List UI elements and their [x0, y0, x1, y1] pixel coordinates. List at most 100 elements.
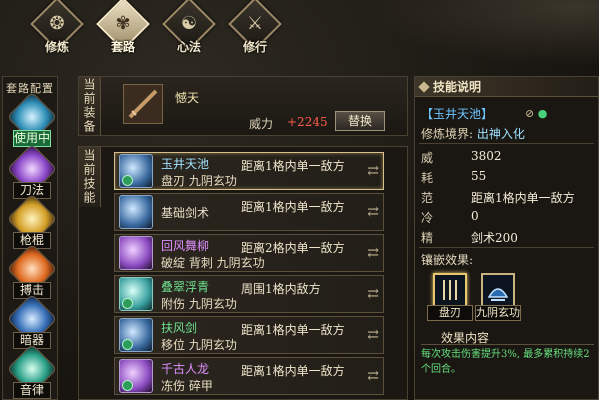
- skill-range: 距离1格内单一敌方: [241, 323, 345, 337]
- skill-detail-panel: 技能说明 【玉井天池】 ⊘ ● 修炼境界: 出神入化 威 3802 耗 55 范 距离…: [414, 76, 599, 400]
- diamond-bullet-icon: [418, 81, 430, 93]
- routine-config-panel: 套路配置 使用中 刀法 枪棍 搏击 暗器 音律: [2, 76, 58, 400]
- skill-icon: [119, 236, 153, 270]
- effect-header: 效果内容: [421, 329, 594, 345]
- skill-sub: 破绽 背刺 九阴玄功: [161, 256, 265, 270]
- routine-fist[interactable]: 搏击: [6, 243, 58, 299]
- divider: [419, 247, 594, 248]
- status-dot-icon: ●: [537, 107, 548, 120]
- stat-row: 威 3802: [421, 149, 502, 166]
- nav-tab-practice[interactable]: ⚔ 修行: [226, 0, 284, 56]
- nav-label: 套路: [110, 40, 135, 54]
- swap-icon[interactable]: ⇄: [367, 204, 379, 220]
- inlay-title: 镶嵌效果:: [421, 253, 474, 267]
- skill-row[interactable]: 基础剑术 距离1格内单一敌方 ⇄: [114, 193, 384, 231]
- skill-range: 距离1格内单一敌方: [241, 364, 345, 378]
- stat-value: 剑术200: [471, 231, 518, 245]
- edit-icon[interactable]: ⊘: [525, 107, 534, 120]
- skill-row[interactable]: 扶风剑 移位 九阴玄功 距离1格内单一敌方 ⇄: [114, 316, 384, 354]
- stat-row: 冷0: [421, 209, 479, 226]
- divider: [419, 143, 594, 144]
- stat-key: 耗: [421, 171, 434, 185]
- skill-sub: 冻伤 碎甲: [161, 379, 213, 393]
- stat-key: 精: [421, 231, 434, 245]
- nav-tab-cultivate[interactable]: ❂ 修炼: [28, 0, 86, 56]
- skill-icon: [119, 154, 153, 188]
- routine-blade[interactable]: 刀法: [6, 143, 58, 199]
- equipped-badge-icon: [122, 298, 133, 309]
- nav-tab-mind-method[interactable]: ☯ 心法: [160, 0, 218, 56]
- equipped-badge-icon: [122, 339, 133, 350]
- inlay-slot-1[interactable]: [433, 273, 467, 307]
- skill-row[interactable]: 千古人龙 冻伤 碎甲 距离1格内单一敌方 ⇄: [114, 357, 384, 395]
- skill-name: 回风舞柳: [161, 239, 210, 253]
- top-decoration: [349, 0, 599, 70]
- skill-name: 基础剑术: [161, 206, 210, 220]
- weapon-name: 憾天: [175, 91, 200, 105]
- routine-label: 音律: [13, 382, 51, 399]
- skill-icon: [119, 318, 153, 352]
- stat-key: 威: [421, 151, 434, 165]
- skill-row[interactable]: 玉井天池 盘刃 九阴玄功 距离1格内单一敌方 ⇄: [114, 152, 384, 190]
- swap-icon[interactable]: ⇄: [367, 163, 379, 179]
- skill-row[interactable]: 叠翠浮青 附伤 九阴玄功 周围1格内敌方 ⇄: [114, 275, 384, 313]
- power-value: +2245: [287, 115, 328, 129]
- inlay-label-1: 盘刃: [427, 305, 473, 321]
- detail-title-bar: 技能说明: [415, 77, 598, 97]
- swap-icon[interactable]: ⇄: [367, 245, 379, 261]
- practice-icon: ⚔: [246, 13, 264, 34]
- skill-range: 距离1格内单一敌方: [241, 159, 345, 173]
- skill-range: 距离2格内单一敌方: [241, 241, 345, 255]
- skill-name: 玉井天池: [161, 157, 210, 171]
- stat-key: 冷: [421, 211, 434, 225]
- detail-skill-name: 【玉井天池】: [421, 107, 494, 121]
- swap-icon[interactable]: ⇄: [367, 286, 379, 302]
- skill-icon: [119, 359, 153, 393]
- routine-icon: ✾: [115, 13, 131, 34]
- stat-key: 范: [421, 191, 434, 205]
- skill-name: 千古人龙: [161, 362, 210, 376]
- skill-icon: [119, 195, 153, 229]
- swap-icon[interactable]: ⇄: [367, 368, 379, 384]
- equipped-badge-icon: [122, 175, 133, 186]
- routine-spear[interactable]: 枪棍: [6, 193, 58, 249]
- skill-sub: 盘刃 九阴玄功: [161, 174, 237, 188]
- detail-title: 技能说明: [433, 80, 482, 94]
- power-label: 威力: [249, 117, 274, 131]
- weapon-icon[interactable]: [123, 84, 163, 124]
- stat-row: 范 距离1格内单一敌方: [421, 189, 575, 206]
- skills-side-label: 当前技能: [79, 147, 101, 207]
- nav-label: 修炼: [44, 40, 69, 54]
- skill-sub: 移位 九阴玄功: [161, 338, 237, 352]
- inlay-slot-2[interactable]: [481, 273, 515, 307]
- effect-title: 效果内容: [441, 331, 490, 345]
- realm-key: 修炼境界:: [421, 127, 474, 141]
- skill-sub: 附伤 九阴玄功: [161, 297, 237, 311]
- skill-range: 周围1格内敌方: [241, 282, 321, 296]
- routine-hidden-weapon[interactable]: 暗器: [6, 293, 58, 349]
- skill-icon: [119, 277, 153, 311]
- nav-label: 心法: [176, 40, 201, 54]
- equipment-side-label: 当前装备: [79, 77, 101, 135]
- routine-sword-in-use[interactable]: 使用中: [6, 91, 58, 147]
- stat-value: 0: [471, 209, 479, 223]
- routine-label: 使用中: [13, 130, 51, 147]
- stat-value: 55: [471, 169, 487, 183]
- nav-label: 修行: [242, 40, 267, 54]
- equipped-badge-icon: [122, 380, 133, 391]
- routine-music[interactable]: 音律: [6, 343, 58, 399]
- skill-row[interactable]: 回风舞柳 破绽 背刺 九阴玄功 距离2格内单一敌方 ⇄: [114, 234, 384, 272]
- stat-value: 3802: [471, 149, 502, 163]
- mind-method-icon: ☯: [180, 13, 198, 34]
- effect-text: 每次攻击伤害提升3%, 最多累积持续2个回合。: [421, 349, 590, 375]
- cultivate-icon: ❂: [49, 13, 65, 34]
- detail-small-icons: ⊘ ●: [525, 107, 547, 120]
- skill-name: 叠翠浮青: [161, 280, 210, 294]
- current-equipment-panel: 当前装备 憾天 威力 +2245 替换: [78, 76, 408, 136]
- realm-line: 修炼境界: 出神入化: [421, 125, 525, 142]
- swap-icon[interactable]: ⇄: [367, 327, 379, 343]
- nav-tab-routine[interactable]: ✾ 套路: [94, 0, 152, 56]
- replace-button[interactable]: 替换: [335, 111, 385, 131]
- inlay-label-2: 九阴玄功: [475, 305, 521, 321]
- skill-range: 距离1格内单一敌方: [241, 200, 345, 214]
